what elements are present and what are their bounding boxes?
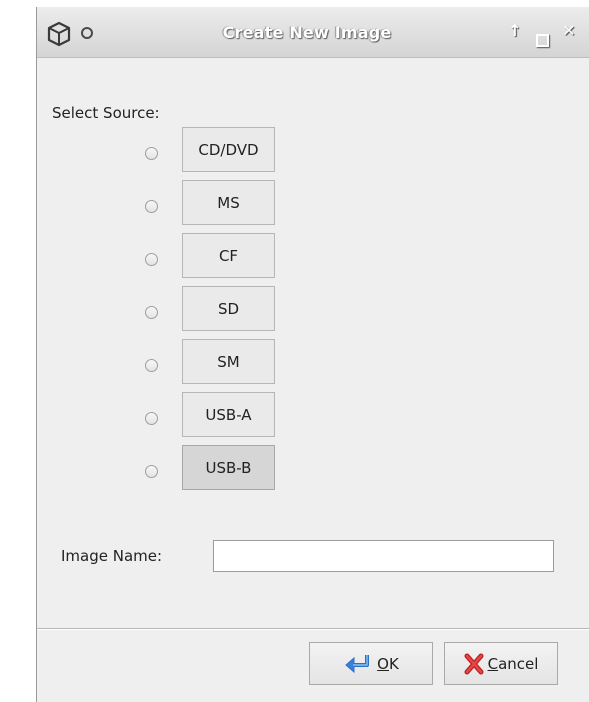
cancel-mnemonic: C bbox=[487, 654, 499, 673]
radio-usb-a[interactable] bbox=[145, 412, 158, 425]
ok-rest: K bbox=[388, 654, 399, 673]
source-button-cd-dvd[interactable]: CD/DVD bbox=[182, 127, 275, 172]
maximize-icon[interactable] bbox=[536, 34, 549, 47]
create-new-image-dialog: Create New Image ↑ ✕ Select Source: CD/D… bbox=[36, 7, 589, 702]
radio-cd-dvd[interactable] bbox=[145, 147, 158, 160]
arrow-up-icon[interactable]: ↑ bbox=[505, 21, 525, 41]
separator bbox=[37, 628, 589, 630]
image-name-input[interactable] bbox=[213, 540, 554, 572]
source-button-usb-b[interactable]: USB-B bbox=[182, 445, 275, 490]
radio-cf[interactable] bbox=[145, 253, 158, 266]
image-name-label: Image Name: bbox=[61, 547, 163, 565]
cancel-button[interactable]: Cancel bbox=[444, 642, 558, 685]
ok-button[interactable]: OK bbox=[309, 642, 433, 685]
circle-icon[interactable] bbox=[81, 27, 93, 39]
ok-label: OK bbox=[377, 655, 399, 673]
cancel-rest: ancel bbox=[498, 654, 539, 673]
window-title: Create New Image bbox=[222, 23, 392, 42]
cube-icon[interactable] bbox=[47, 21, 71, 47]
radio-sm[interactable] bbox=[145, 359, 158, 372]
radio-ms[interactable] bbox=[145, 200, 158, 213]
source-button-sm[interactable]: SM bbox=[182, 339, 275, 384]
select-source-label: Select Source: bbox=[52, 104, 160, 122]
radio-usb-b[interactable] bbox=[145, 465, 158, 478]
close-icon[interactable]: ✕ bbox=[559, 21, 579, 41]
ok-mnemonic: O bbox=[377, 654, 389, 673]
cross-icon bbox=[464, 653, 484, 674]
return-arrow-icon bbox=[345, 654, 370, 673]
cancel-label: Cancel bbox=[488, 655, 539, 673]
source-button-usb-a[interactable]: USB-A bbox=[182, 392, 275, 437]
title-bar[interactable]: Create New Image ↑ ✕ bbox=[37, 7, 589, 58]
source-button-ms[interactable]: MS bbox=[182, 180, 275, 225]
source-button-cf[interactable]: CF bbox=[182, 233, 275, 278]
source-button-sd[interactable]: SD bbox=[182, 286, 275, 331]
radio-sd[interactable] bbox=[145, 306, 158, 319]
